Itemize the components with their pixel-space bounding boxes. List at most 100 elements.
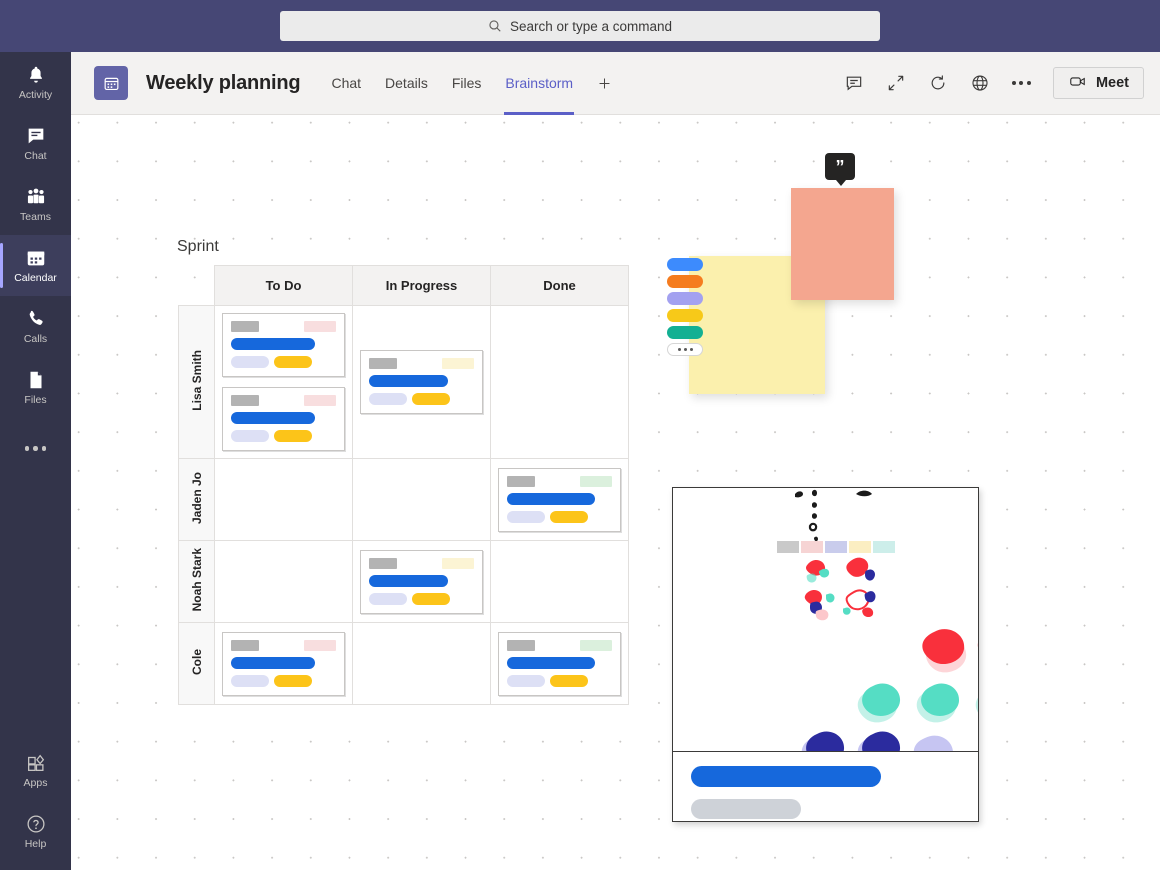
task-pill-lavender xyxy=(507,674,545,687)
add-tab-button[interactable] xyxy=(596,75,613,92)
color-swatch-teal[interactable] xyxy=(667,326,703,339)
app-header: Weekly planning Chat Details Files Brain… xyxy=(71,52,1160,115)
top-bar: Search or type a command xyxy=(0,0,1160,52)
cell-jaden-inprogress[interactable] xyxy=(352,458,491,541)
sidebar-item-label: Calendar xyxy=(14,272,57,284)
cell-cole-todo[interactable] xyxy=(214,622,353,705)
color-swatch-yellow[interactable] xyxy=(667,309,703,322)
meet-button[interactable]: Meet xyxy=(1052,67,1144,99)
people-icon xyxy=(25,186,47,208)
task-pill-yellow xyxy=(412,393,450,405)
globe-icon[interactable] xyxy=(970,73,990,93)
task-card[interactable] xyxy=(498,467,621,532)
cell-noah-inprogress[interactable] xyxy=(352,540,491,623)
tab-details[interactable]: Details xyxy=(374,52,439,115)
cell-jaden-done[interactable] xyxy=(490,458,629,541)
task-avatar-chip xyxy=(507,639,535,651)
tab-chat[interactable]: Chat xyxy=(320,52,372,115)
page-title: Weekly planning xyxy=(146,71,301,94)
task-tag xyxy=(304,321,336,332)
task-title-bar xyxy=(231,656,315,669)
expand-icon[interactable] xyxy=(886,73,906,93)
bell-icon xyxy=(25,64,47,86)
tab-bar: Chat Details Files Brainstorm xyxy=(320,52,613,115)
sidebar-item-label: Chat xyxy=(24,150,47,162)
cell-lisa-inprogress[interactable] xyxy=(352,305,491,459)
sticky-note-salmon[interactable] xyxy=(791,188,894,300)
sidebar-item-apps[interactable]: Apps xyxy=(0,740,71,801)
sidebar-item-files[interactable]: Files xyxy=(0,357,71,418)
sidebar-item-label: Files xyxy=(24,394,47,406)
cell-jaden-todo[interactable] xyxy=(214,458,353,541)
search-placeholder: Search or type a command xyxy=(509,18,673,34)
task-pill-lavender xyxy=(369,393,407,405)
search-box[interactable]: Search or type a command xyxy=(280,11,880,41)
row-header-noah-stark: Noah Stark xyxy=(178,540,215,623)
whiteboard-canvas[interactable]: Sprint To Do In Progress Done Lisa Smith xyxy=(71,115,1160,870)
column-header-todo: To Do xyxy=(214,265,353,306)
task-title-bar xyxy=(507,492,596,505)
task-tag xyxy=(304,639,336,651)
task-card[interactable] xyxy=(360,549,483,614)
color-swatch-purple[interactable] xyxy=(667,292,703,305)
cell-lisa-done[interactable] xyxy=(490,305,629,459)
quote-icon[interactable]: ” xyxy=(825,153,855,186)
task-card[interactable] xyxy=(222,387,345,451)
header-actions: Meet xyxy=(844,67,1144,99)
cell-lisa-todo[interactable] xyxy=(214,305,353,459)
board-title: Sprint xyxy=(177,238,219,255)
cell-noah-todo[interactable] xyxy=(214,540,353,623)
color-swatch-orange[interactable] xyxy=(667,275,703,288)
table-row: Jaden Jo xyxy=(178,458,629,541)
task-meta-row xyxy=(369,592,474,605)
left-rail: Activity Chat Teams Calendar Calls Files… xyxy=(0,52,71,870)
sidebar-item-chat[interactable]: Chat xyxy=(0,113,71,174)
help-circle-icon xyxy=(25,813,47,835)
color-palette[interactable] xyxy=(667,258,703,356)
sidebar-item-help[interactable]: Help xyxy=(0,801,71,862)
task-card[interactable] xyxy=(498,631,621,696)
task-avatar-chip xyxy=(369,557,397,569)
row-header-lisa-smith: Lisa Smith xyxy=(178,305,215,459)
row-label: Lisa Smith xyxy=(189,350,204,411)
task-card[interactable] xyxy=(222,313,345,377)
task-tag xyxy=(442,358,474,369)
board-header-row: To Do In Progress Done xyxy=(179,265,629,306)
artwork-blobs-red xyxy=(922,629,978,673)
cell-cole-done[interactable] xyxy=(490,622,629,705)
row-header-cole: Cole xyxy=(178,622,215,705)
task-card-top xyxy=(507,475,612,487)
color-swatch-more-icon[interactable] xyxy=(667,343,703,356)
sidebar-item-calendar[interactable]: Calendar xyxy=(0,235,71,296)
cell-noah-done[interactable] xyxy=(490,540,629,623)
row-label: Jaden Jo xyxy=(189,471,204,525)
task-card[interactable] xyxy=(360,350,483,414)
conversation-icon[interactable] xyxy=(844,73,864,93)
tab-files[interactable]: Files xyxy=(441,52,493,115)
table-row: Lisa Smith xyxy=(178,305,629,459)
task-meta-row xyxy=(369,393,474,405)
sidebar-item-activity[interactable]: Activity xyxy=(0,52,71,113)
more-horizontal-icon[interactable] xyxy=(1011,81,1031,85)
task-title-bar xyxy=(231,412,315,424)
sidebar-item-calls[interactable]: Calls xyxy=(0,296,71,357)
task-pill-lavender xyxy=(369,592,407,605)
phone-icon xyxy=(25,308,47,330)
sidebar-item-teams[interactable]: Teams xyxy=(0,174,71,235)
preview-panel[interactable] xyxy=(672,487,979,822)
cell-cole-inprogress[interactable] xyxy=(352,622,491,705)
sidebar-item-more[interactable] xyxy=(0,418,71,479)
sprint-board[interactable]: To Do In Progress Done Lisa Smith Jaden … xyxy=(178,265,629,705)
task-avatar-chip xyxy=(369,358,397,369)
task-card-top xyxy=(231,639,336,651)
color-swatch-blue[interactable] xyxy=(667,258,703,271)
task-pill-lavender xyxy=(507,510,545,523)
task-title-bar xyxy=(369,574,448,587)
task-card[interactable] xyxy=(222,631,345,696)
task-pill-yellow xyxy=(412,592,450,605)
meet-button-label: Meet xyxy=(1095,75,1129,91)
refresh-icon[interactable] xyxy=(928,73,948,93)
task-card-top xyxy=(231,321,336,332)
tab-brainstorm[interactable]: Brainstorm xyxy=(494,52,584,115)
task-meta-row xyxy=(231,674,336,687)
